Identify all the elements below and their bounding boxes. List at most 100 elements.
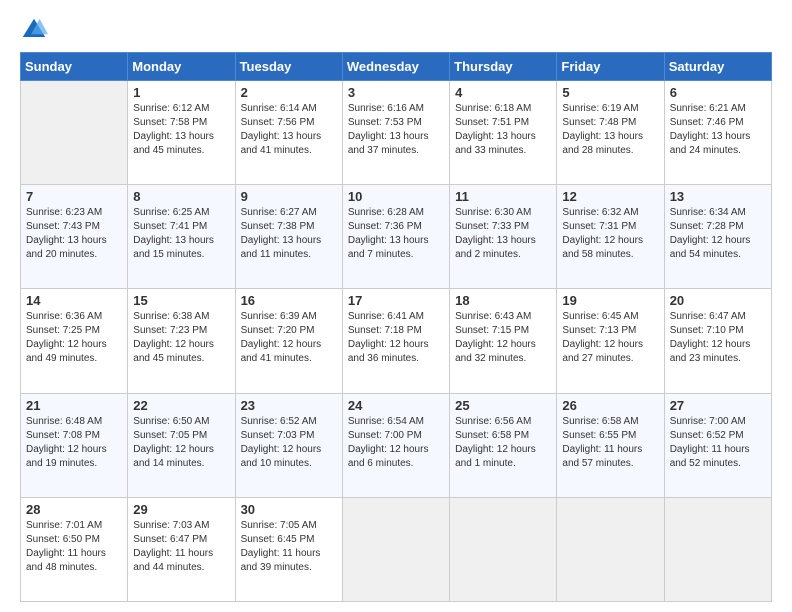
weekday-header-tuesday: Tuesday [235, 53, 342, 81]
calendar-cell [21, 81, 128, 185]
day-number: 18 [455, 293, 551, 308]
calendar-week-4: 21 Sunrise: 6:48 AM Sunset: 7:08 PM Dayli… [21, 393, 772, 497]
day-info: Sunrise: 6:36 AM Sunset: 7:25 PM Dayligh… [26, 310, 122, 366]
calendar-cell [450, 497, 557, 601]
calendar-cell: 16 Sunrise: 6:39 AM Sunset: 7:20 PM Dayli… [235, 289, 342, 393]
day-number: 22 [133, 398, 229, 413]
calendar-cell: 26 Sunrise: 6:58 AM Sunset: 6:55 PM Dayli… [557, 393, 664, 497]
calendar-cell: 11Sunrise: 6:30 AM Sunset: 7:33 PM Dayli… [450, 185, 557, 289]
day-info: Sunrise: 6:28 AM Sunset: 7:36 PM Dayligh… [348, 206, 444, 262]
day-number: 1 [133, 85, 229, 100]
calendar-cell: 23 Sunrise: 6:52 AM Sunset: 7:03 PM Dayli… [235, 393, 342, 497]
logo-icon [20, 16, 48, 44]
day-info: Sunrise: 6:39 AM Sunset: 7:20 PM Dayligh… [241, 310, 337, 366]
day-number: 11 [455, 189, 551, 204]
calendar-cell [557, 497, 664, 601]
day-info: Sunrise: 7:00 AM Sunset: 6:52 PM Dayligh… [670, 415, 766, 471]
weekday-header-wednesday: Wednesday [342, 53, 449, 81]
day-number: 10 [348, 189, 444, 204]
calendar-cell: 15Sunrise: 6:38 AM Sunset: 7:23 PM Dayli… [128, 289, 235, 393]
day-info: Sunrise: 6:50 AM Sunset: 7:05 PM Dayligh… [133, 415, 229, 471]
day-number: 21 [26, 398, 122, 413]
logo [20, 16, 52, 44]
day-info: Sunrise: 6:58 AM Sunset: 6:55 PM Dayligh… [562, 415, 658, 471]
calendar-cell: 30 Sunrise: 7:05 AM Sunset: 6:45 PM Dayli… [235, 497, 342, 601]
calendar-cell [664, 497, 771, 601]
day-number: 28 [26, 502, 122, 517]
day-number: 17 [348, 293, 444, 308]
calendar-cell: 27 Sunrise: 7:00 AM Sunset: 6:52 PM Dayli… [664, 393, 771, 497]
calendar-week-2: 7 Sunrise: 6:23 AM Sunset: 7:43 PM Daylig… [21, 185, 772, 289]
calendar-week-5: 28 Sunrise: 7:01 AM Sunset: 6:50 PM Dayli… [21, 497, 772, 601]
day-number: 30 [241, 502, 337, 517]
calendar-cell: 10 Sunrise: 6:28 AM Sunset: 7:36 PM Dayli… [342, 185, 449, 289]
day-number: 27 [670, 398, 766, 413]
calendar-cell: 3 Sunrise: 6:16 AM Sunset: 7:53 PM Daylig… [342, 81, 449, 185]
calendar-cell: 13 Sunrise: 6:34 AM Sunset: 7:28 PM Dayli… [664, 185, 771, 289]
calendar-cell: 20Sunrise: 6:47 AM Sunset: 7:10 PM Dayli… [664, 289, 771, 393]
page: SundayMondayTuesdayWednesdayThursdayFrid… [0, 0, 792, 612]
day-info: Sunrise: 7:01 AM Sunset: 6:50 PM Dayligh… [26, 519, 122, 575]
day-number: 25 [455, 398, 551, 413]
day-info: Sunrise: 6:52 AM Sunset: 7:03 PM Dayligh… [241, 415, 337, 471]
calendar-cell: 19 Sunrise: 6:45 AM Sunset: 7:13 PM Dayli… [557, 289, 664, 393]
day-number: 2 [241, 85, 337, 100]
calendar-cell: 4 Sunrise: 6:18 AM Sunset: 7:51 PM Daylig… [450, 81, 557, 185]
day-info: Sunrise: 6:32 AM Sunset: 7:31 PM Dayligh… [562, 206, 658, 262]
day-info: Sunrise: 6:23 AM Sunset: 7:43 PM Dayligh… [26, 206, 122, 262]
weekday-header-monday: Monday [128, 53, 235, 81]
day-number: 9 [241, 189, 337, 204]
calendar-cell: 28 Sunrise: 7:01 AM Sunset: 6:50 PM Dayli… [21, 497, 128, 601]
day-number: 23 [241, 398, 337, 413]
day-number: 24 [348, 398, 444, 413]
calendar-cell: 8Sunrise: 6:25 AM Sunset: 7:41 PM Daylig… [128, 185, 235, 289]
day-info: Sunrise: 6:14 AM Sunset: 7:56 PM Dayligh… [241, 102, 337, 158]
day-number: 26 [562, 398, 658, 413]
day-number: 29 [133, 502, 229, 517]
calendar-cell: 9 Sunrise: 6:27 AM Sunset: 7:38 PM Daylig… [235, 185, 342, 289]
calendar-cell: 17 Sunrise: 6:41 AM Sunset: 7:18 PM Dayli… [342, 289, 449, 393]
day-number: 4 [455, 85, 551, 100]
day-info: Sunrise: 6:38 AM Sunset: 7:23 PM Dayligh… [133, 310, 229, 366]
day-info: Sunrise: 6:21 AM Sunset: 7:46 PM Dayligh… [670, 102, 766, 158]
day-info: Sunrise: 6:48 AM Sunset: 7:08 PM Dayligh… [26, 415, 122, 471]
day-info: Sunrise: 6:54 AM Sunset: 7:00 PM Dayligh… [348, 415, 444, 471]
day-number: 13 [670, 189, 766, 204]
calendar-cell: 7 Sunrise: 6:23 AM Sunset: 7:43 PM Daylig… [21, 185, 128, 289]
calendar-cell: 1Sunrise: 6:12 AM Sunset: 7:58 PM Daylig… [128, 81, 235, 185]
calendar-cell: 22 Sunrise: 6:50 AM Sunset: 7:05 PM Dayli… [128, 393, 235, 497]
day-info: Sunrise: 7:03 AM Sunset: 6:47 PM Dayligh… [133, 519, 229, 575]
day-info: Sunrise: 6:25 AM Sunset: 7:41 PM Dayligh… [133, 206, 229, 262]
calendar-cell: 6 Sunrise: 6:21 AM Sunset: 7:46 PM Daylig… [664, 81, 771, 185]
day-number: 3 [348, 85, 444, 100]
calendar-cell: 25Sunrise: 6:56 AM Sunset: 6:58 PM Dayli… [450, 393, 557, 497]
day-number: 7 [26, 189, 122, 204]
day-number: 19 [562, 293, 658, 308]
calendar-cell [342, 497, 449, 601]
day-number: 6 [670, 85, 766, 100]
calendar-week-1: 1Sunrise: 6:12 AM Sunset: 7:58 PM Daylig… [21, 81, 772, 185]
weekday-header-thursday: Thursday [450, 53, 557, 81]
weekday-header-saturday: Saturday [664, 53, 771, 81]
calendar-week-3: 14 Sunrise: 6:36 AM Sunset: 7:25 PM Dayli… [21, 289, 772, 393]
calendar-cell: 2 Sunrise: 6:14 AM Sunset: 7:56 PM Daylig… [235, 81, 342, 185]
day-info: Sunrise: 6:43 AM Sunset: 7:15 PM Dayligh… [455, 310, 551, 366]
day-info: Sunrise: 6:16 AM Sunset: 7:53 PM Dayligh… [348, 102, 444, 158]
calendar-cell: 21 Sunrise: 6:48 AM Sunset: 7:08 PM Dayli… [21, 393, 128, 497]
day-info: Sunrise: 6:41 AM Sunset: 7:18 PM Dayligh… [348, 310, 444, 366]
day-number: 16 [241, 293, 337, 308]
day-info: Sunrise: 6:18 AM Sunset: 7:51 PM Dayligh… [455, 102, 551, 158]
day-info: Sunrise: 6:34 AM Sunset: 7:28 PM Dayligh… [670, 206, 766, 262]
day-number: 12 [562, 189, 658, 204]
day-number: 14 [26, 293, 122, 308]
day-info: Sunrise: 6:27 AM Sunset: 7:38 PM Dayligh… [241, 206, 337, 262]
calendar-cell: 18 Sunrise: 6:43 AM Sunset: 7:15 PM Dayli… [450, 289, 557, 393]
weekday-header-sunday: Sunday [21, 53, 128, 81]
day-info: Sunrise: 6:45 AM Sunset: 7:13 PM Dayligh… [562, 310, 658, 366]
day-info: Sunrise: 6:47 AM Sunset: 7:10 PM Dayligh… [670, 310, 766, 366]
calendar-cell: 29 Sunrise: 7:03 AM Sunset: 6:47 PM Dayli… [128, 497, 235, 601]
day-info: Sunrise: 7:05 AM Sunset: 6:45 PM Dayligh… [241, 519, 337, 575]
calendar-cell: 14 Sunrise: 6:36 AM Sunset: 7:25 PM Dayli… [21, 289, 128, 393]
calendar-cell: 24 Sunrise: 6:54 AM Sunset: 7:00 PM Dayli… [342, 393, 449, 497]
calendar-table: SundayMondayTuesdayWednesdayThursdayFrid… [20, 52, 772, 602]
